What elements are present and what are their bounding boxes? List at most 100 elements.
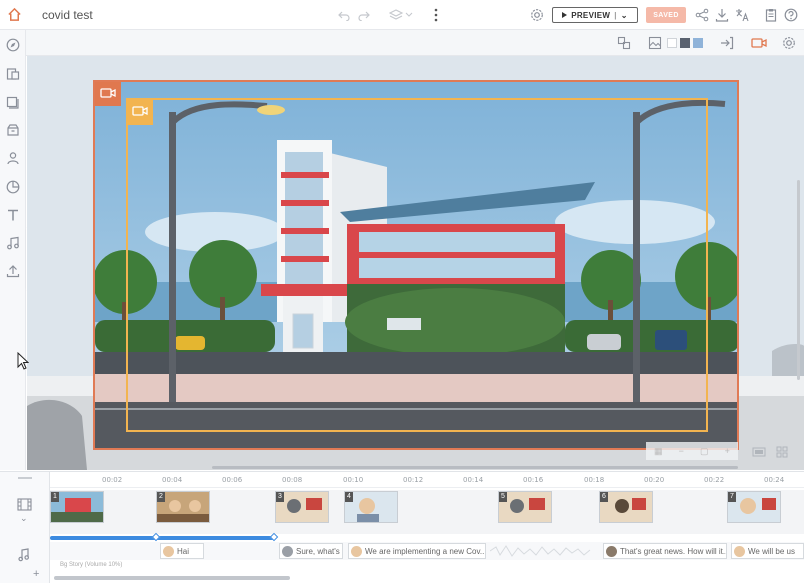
download-icon[interactable]	[715, 8, 729, 22]
scene-icon[interactable]	[5, 66, 21, 82]
project-title[interactable]: covid test	[42, 8, 93, 22]
dialog-text: We are implementing a new Cov...	[365, 546, 486, 556]
avatar	[282, 545, 293, 557]
tick-label: 00:18	[584, 476, 605, 484]
top-toolbar: covid test PREVIEW | ⌄ SAVED	[0, 0, 804, 30]
scene-thumbnail[interactable]: 2	[156, 491, 210, 523]
timeline-panel: ⌄ + 00:02 00:04 00:06 00:08 00:10 00:12 …	[0, 471, 804, 583]
avatar	[351, 545, 362, 557]
separator: |	[614, 10, 617, 20]
camera-frame-inner[interactable]	[126, 98, 708, 432]
chart-icon[interactable]	[5, 179, 21, 195]
tick-label: 00:06	[222, 476, 243, 484]
grid-icon[interactable]: ▦	[654, 446, 663, 457]
canvas-vertical-scrollbar[interactable]	[797, 180, 800, 380]
tick-label: 00:12	[403, 476, 424, 484]
chevron-down-icon[interactable]: ⌄	[20, 513, 28, 524]
character-icon[interactable]	[5, 150, 21, 166]
camera-icon[interactable]	[751, 36, 767, 50]
video-camera-icon	[132, 105, 148, 120]
text-icon[interactable]	[5, 207, 21, 223]
dialog-text: Hai	[177, 546, 190, 556]
preview-label: PREVIEW	[571, 10, 611, 20]
dialog-clip[interactable]: Sure, what's	[279, 543, 343, 559]
scene-number: 2	[157, 492, 165, 502]
clipboard-icon[interactable]	[765, 8, 777, 22]
music-icon[interactable]	[5, 235, 21, 251]
music-note-icon[interactable]	[18, 548, 30, 562]
chevron-down-icon[interactable]: ⌄	[621, 11, 628, 20]
tick-label: 00:10	[343, 476, 364, 484]
tick-label: 00:04	[162, 476, 183, 484]
media-icon[interactable]	[5, 94, 21, 110]
home-icon[interactable]	[7, 7, 22, 22]
dialog-clip[interactable]: Hai	[160, 543, 204, 559]
scene-number: 6	[600, 492, 608, 502]
camera-badge-inner[interactable]	[127, 99, 153, 125]
background-icon[interactable]	[648, 36, 662, 50]
tick-label: 00:24	[764, 476, 785, 484]
add-track-icon[interactable]: +	[33, 568, 39, 580]
dialog-text: We will be us	[748, 546, 795, 556]
redo-icon[interactable]	[358, 9, 370, 21]
camera-badge-outer[interactable]	[95, 82, 121, 106]
play-icon	[562, 12, 568, 18]
music-track[interactable]: Bg Story (Volume 10%)	[50, 561, 804, 573]
scene-thumbnail[interactable]: 3	[275, 491, 329, 523]
swatch-dark[interactable]	[680, 38, 690, 48]
scene-number: 5	[499, 492, 507, 502]
share-icon[interactable]	[695, 8, 709, 22]
scene-number: 4	[345, 492, 353, 502]
screen-icon[interactable]	[752, 447, 766, 457]
canvas-horizontal-scrollbar[interactable]	[212, 466, 738, 469]
mouse-cursor-icon	[17, 352, 29, 370]
swatch-white[interactable]	[667, 38, 677, 48]
upload-icon[interactable]	[5, 263, 21, 279]
film-icon[interactable]	[17, 498, 32, 511]
timeline-scroll-thumb[interactable]	[54, 576, 290, 580]
audio-clip-bar[interactable]	[50, 532, 279, 542]
audio-waveform	[490, 545, 591, 557]
audio-handle[interactable]	[269, 532, 279, 542]
timeline-scrollbar[interactable]	[50, 575, 804, 581]
left-sidebar	[0, 30, 26, 470]
fit-icon[interactable]: ▢	[700, 446, 709, 457]
dialog-text: Sure, what's	[296, 546, 340, 556]
zoom-in-icon[interactable]: +	[725, 446, 730, 456]
preview-button[interactable]: PREVIEW | ⌄	[552, 7, 638, 23]
compass-icon[interactable]	[5, 37, 21, 53]
scene-number: 7	[728, 492, 736, 502]
scene-thumbnail[interactable]: 6	[599, 491, 653, 523]
scene-thumbnail[interactable]: 1	[50, 491, 104, 523]
timeline-track-headers: ⌄ +	[0, 472, 50, 583]
scene-number: 1	[51, 492, 59, 502]
tick-label: 00:22	[704, 476, 725, 484]
swatch-blue[interactable]	[693, 38, 703, 48]
scene-thumbnail[interactable]: 5	[498, 491, 552, 523]
collapse-handle-icon[interactable]	[18, 477, 32, 479]
grid-view-icon[interactable]	[776, 446, 788, 458]
help-icon[interactable]	[784, 8, 798, 22]
zoom-out-icon[interactable]: −	[679, 446, 684, 456]
zoom-controls: ▦ − ▢ +	[646, 442, 738, 460]
video-camera-icon	[100, 87, 116, 102]
tick-label: 00:16	[523, 476, 544, 484]
props-icon[interactable]	[5, 122, 21, 138]
swap-icon[interactable]	[617, 36, 631, 50]
scene-thumbnail[interactable]: 7	[727, 491, 781, 523]
canvas-toolbar	[26, 30, 804, 56]
gear-icon[interactable]	[782, 36, 796, 50]
scene-thumbnail[interactable]: 4	[344, 491, 398, 523]
translate-icon[interactable]	[735, 8, 749, 22]
saved-button[interactable]: SAVED	[646, 7, 686, 23]
dialog-clip[interactable]: We are implementing a new Cov...	[348, 543, 486, 559]
more-icon[interactable]	[433, 8, 439, 22]
undo-icon[interactable]	[338, 9, 350, 21]
audio-handle[interactable]	[151, 532, 161, 542]
scene-number: 3	[276, 492, 284, 502]
settings-icon[interactable]	[530, 8, 544, 22]
time-ruler[interactable]: 00:02 00:04 00:06 00:08 00:10 00:12 00:1…	[50, 472, 804, 488]
layers-icon[interactable]	[389, 8, 413, 22]
tick-label: 00:02	[102, 476, 123, 484]
enter-icon[interactable]	[720, 36, 734, 50]
